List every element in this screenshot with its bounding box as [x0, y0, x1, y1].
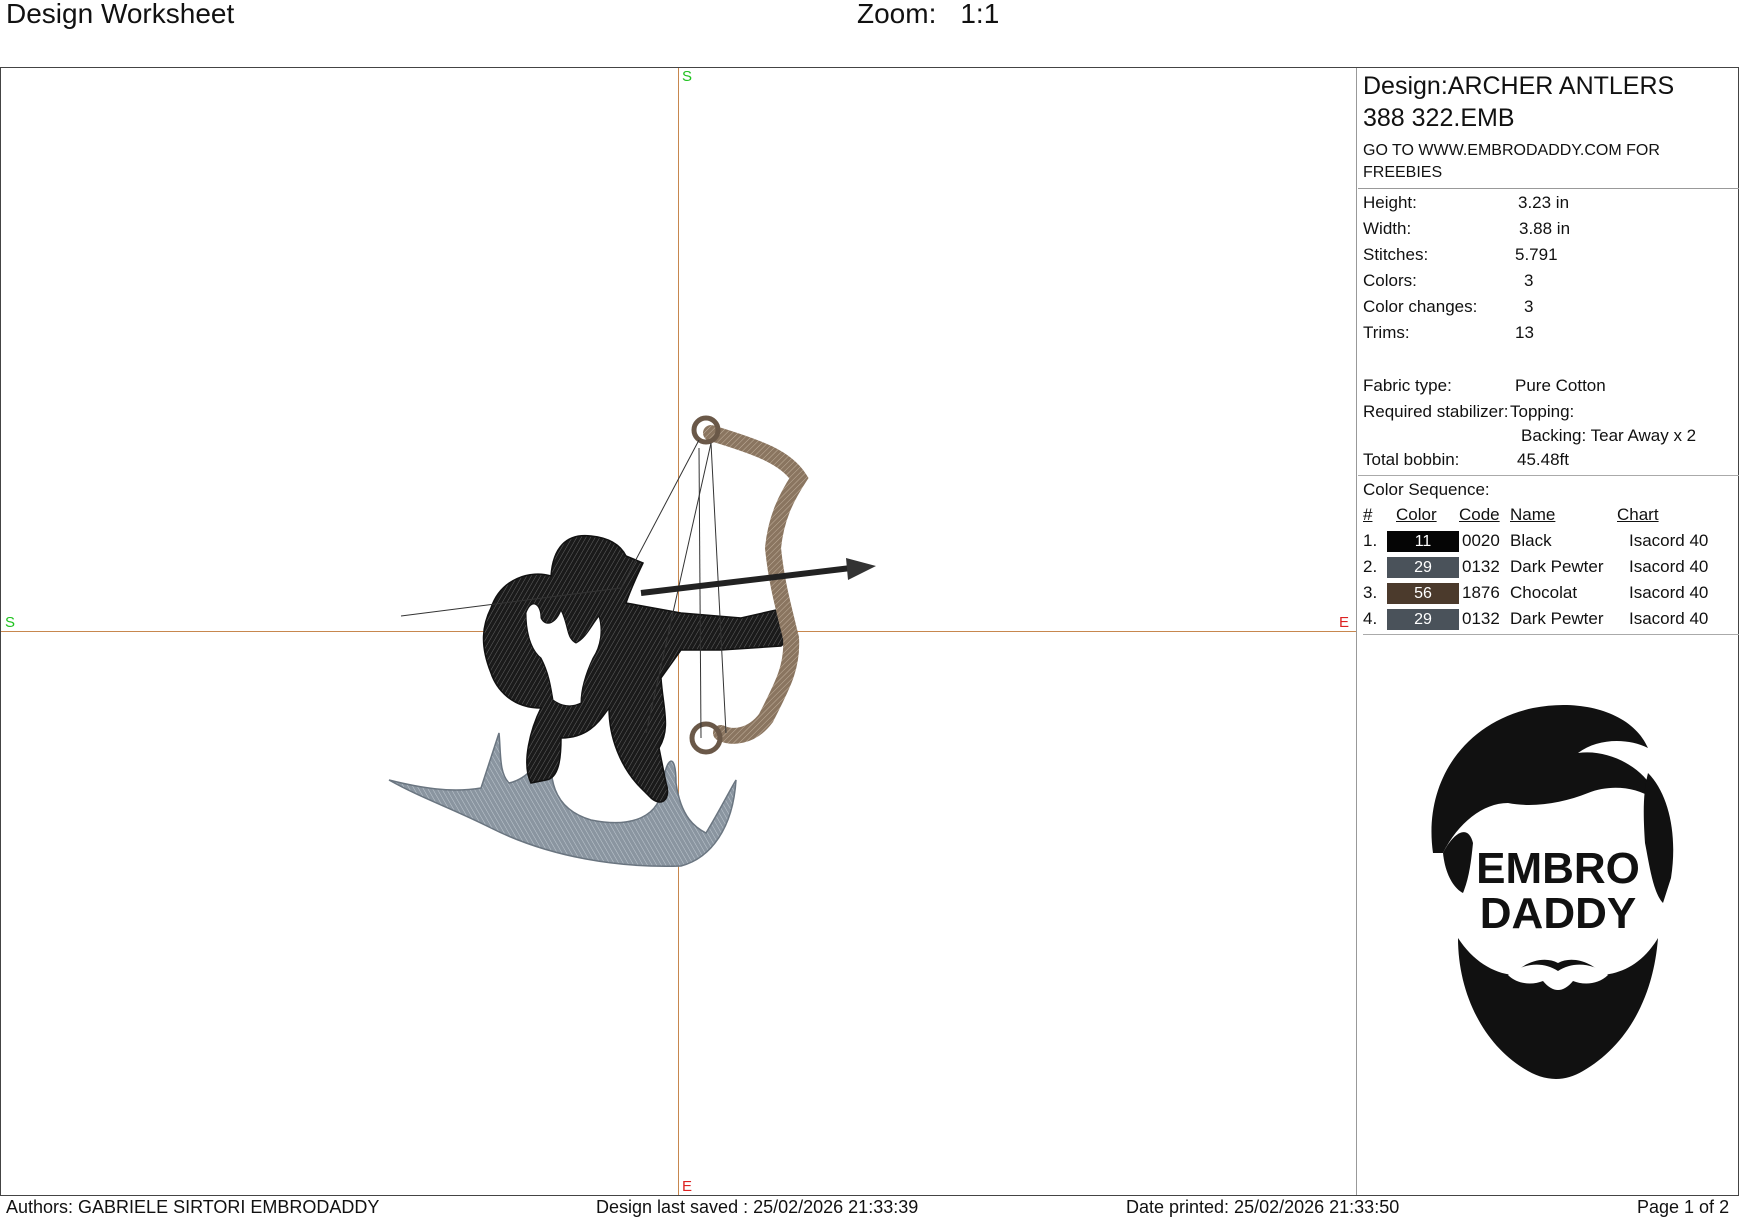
trims-label: Trims: — [1363, 323, 1410, 342]
bobbin-label: Total bobbin: — [1363, 450, 1460, 469]
height-label: Height: — [1363, 193, 1417, 212]
color-sequence-row: 4. 0132 Dark Pewter Isacord 40 29 — [1363, 606, 1739, 632]
colors-label: Colors: — [1363, 271, 1417, 290]
info-panel: Design:ARCHER ANTLERS 388 322.EMB GO TO … — [1358, 68, 1739, 1195]
end-marker-bottom: E — [682, 1178, 693, 1195]
width-value: 3.88 in — [1519, 219, 1571, 238]
footer-authors: Authors: GABRIELE SIRTORI EMBRODADDY — [6, 1197, 380, 1217]
arrow-head — [846, 558, 876, 580]
promo-line-2: FREEBIES — [1363, 164, 1443, 181]
sequence-name: Black — [1510, 531, 1552, 550]
color-swatch: 29 — [1387, 557, 1459, 578]
fabric-value: Pure Cotton — [1515, 376, 1606, 395]
sequence-code: 0132 — [1462, 609, 1500, 628]
color-sequence-title: Color Sequence: — [1363, 480, 1490, 499]
color-sequence: Color Sequence: # Color Code Name Chart … — [1358, 475, 1739, 635]
header-num: # — [1363, 505, 1373, 524]
stitches-label: Stitches: — [1363, 245, 1429, 264]
height-value: 3.23 in — [1518, 193, 1570, 212]
logo-beard — [1458, 938, 1658, 1079]
design-canvas: S S E E — [1, 68, 1357, 1195]
color-sequence-row: 1. 0020 Black Isacord 40 11 — [1363, 528, 1739, 554]
fabric-label: Fabric type: — [1363, 376, 1452, 395]
logo-text-line1: EMBRO — [1476, 844, 1640, 893]
antler-shape — [388, 732, 737, 867]
color-sequence-row: 2. 0132 Dark Pewter Isacord 40 29 — [1363, 554, 1739, 580]
start-marker-top: S — [682, 68, 693, 85]
promo-text: GO TO WWW.EMBRODADDY.COM FOR FREEBIES — [1358, 134, 1739, 189]
sequence-code: 0132 — [1462, 557, 1500, 576]
header-code: Code — [1459, 505, 1500, 524]
end-marker-right: E — [1339, 614, 1350, 631]
promo-line-1: GO TO WWW.EMBRODADDY.COM FOR — [1363, 142, 1660, 159]
backing-value: Backing: Tear Away x 2 — [1521, 426, 1697, 445]
sequence-chart: Isacord 40 — [1629, 557, 1709, 576]
stabilizer-label: Required stabilizer: — [1363, 402, 1509, 421]
zoom-indicator: Zoom: 1:1 — [857, 0, 999, 30]
design-name: Design:ARCHER ANTLERS — [1363, 72, 1675, 100]
header-name: Name — [1510, 505, 1556, 524]
zoom-value: 1:1 — [960, 0, 1000, 29]
header-color: Color — [1396, 505, 1437, 524]
sequence-name: Dark Pewter — [1510, 609, 1604, 628]
sequence-num: 1. — [1363, 531, 1378, 550]
zoom-label: Zoom: — [857, 0, 937, 29]
header-chart: Chart — [1617, 505, 1659, 524]
trims-value: 13 — [1515, 323, 1534, 342]
sequence-code: 0020 — [1462, 531, 1500, 550]
sequence-chart: Isacord 40 — [1629, 583, 1709, 602]
width-label: Width: — [1363, 219, 1412, 238]
footer: Authors: GABRIELE SIRTORI EMBRODADDY Des… — [0, 1197, 1740, 1219]
logo-head-right — [1643, 773, 1674, 903]
embrodaddy-logo: EMBRO DADDY — [1431, 704, 1674, 1079]
color-sequence-header: # Color Code Name Chart — [1363, 502, 1739, 528]
logo-text-line2: DADDY — [1480, 889, 1636, 938]
archer-silhouette — [482, 534, 790, 803]
color-changes-label: Color changes: — [1363, 297, 1478, 316]
arrow-shaft — [640, 565, 852, 596]
sequence-num: 3. — [1363, 583, 1378, 602]
color-changes-value: 3 — [1524, 297, 1534, 316]
footer-date-printed: Date printed: 25/02/2026 21:33:50 — [1126, 1197, 1400, 1217]
worksheet-title: Design Worksheet — [6, 0, 235, 29]
sequence-chart: Isacord 40 — [1629, 609, 1709, 628]
color-swatch: 56 — [1387, 583, 1459, 604]
footer-last-saved: Design last saved : 25/02/2026 21:33:39 — [596, 1197, 919, 1217]
sequence-code: 1876 — [1462, 583, 1500, 602]
start-marker-left: S — [5, 614, 16, 631]
topping-value: Topping: — [1510, 402, 1575, 421]
design-file: 388 322.EMB — [1363, 104, 1515, 132]
color-swatch: 29 — [1387, 609, 1459, 630]
color-sequence-row: 3. 1876 Chocolat Isacord 40 56 — [1363, 580, 1739, 606]
sequence-name: Dark Pewter — [1510, 557, 1604, 576]
logo-hair — [1431, 704, 1658, 853]
archer-antlers-design-icon — [388, 415, 876, 867]
design-stats: Height: 3.23 in Width: 3.88 in Stitches: 5.… — [1358, 189, 1739, 473]
footer-page-number: Page 1 of 2 — [1637, 1197, 1730, 1217]
sequence-name: Chocolat — [1510, 583, 1578, 602]
bobbin-value: 45.48ft — [1517, 450, 1569, 469]
sequence-chart: Isacord 40 — [1629, 531, 1709, 550]
stitches-value: 5.791 — [1515, 245, 1558, 264]
color-swatch: 11 — [1387, 531, 1459, 552]
sequence-num: 4. — [1363, 609, 1378, 628]
worksheet-frame: S S E E Design:ARCHER ANTLERS 388 322.EM… — [0, 67, 1739, 1196]
colors-value: 3 — [1524, 271, 1534, 290]
sequence-num: 2. — [1363, 557, 1378, 576]
